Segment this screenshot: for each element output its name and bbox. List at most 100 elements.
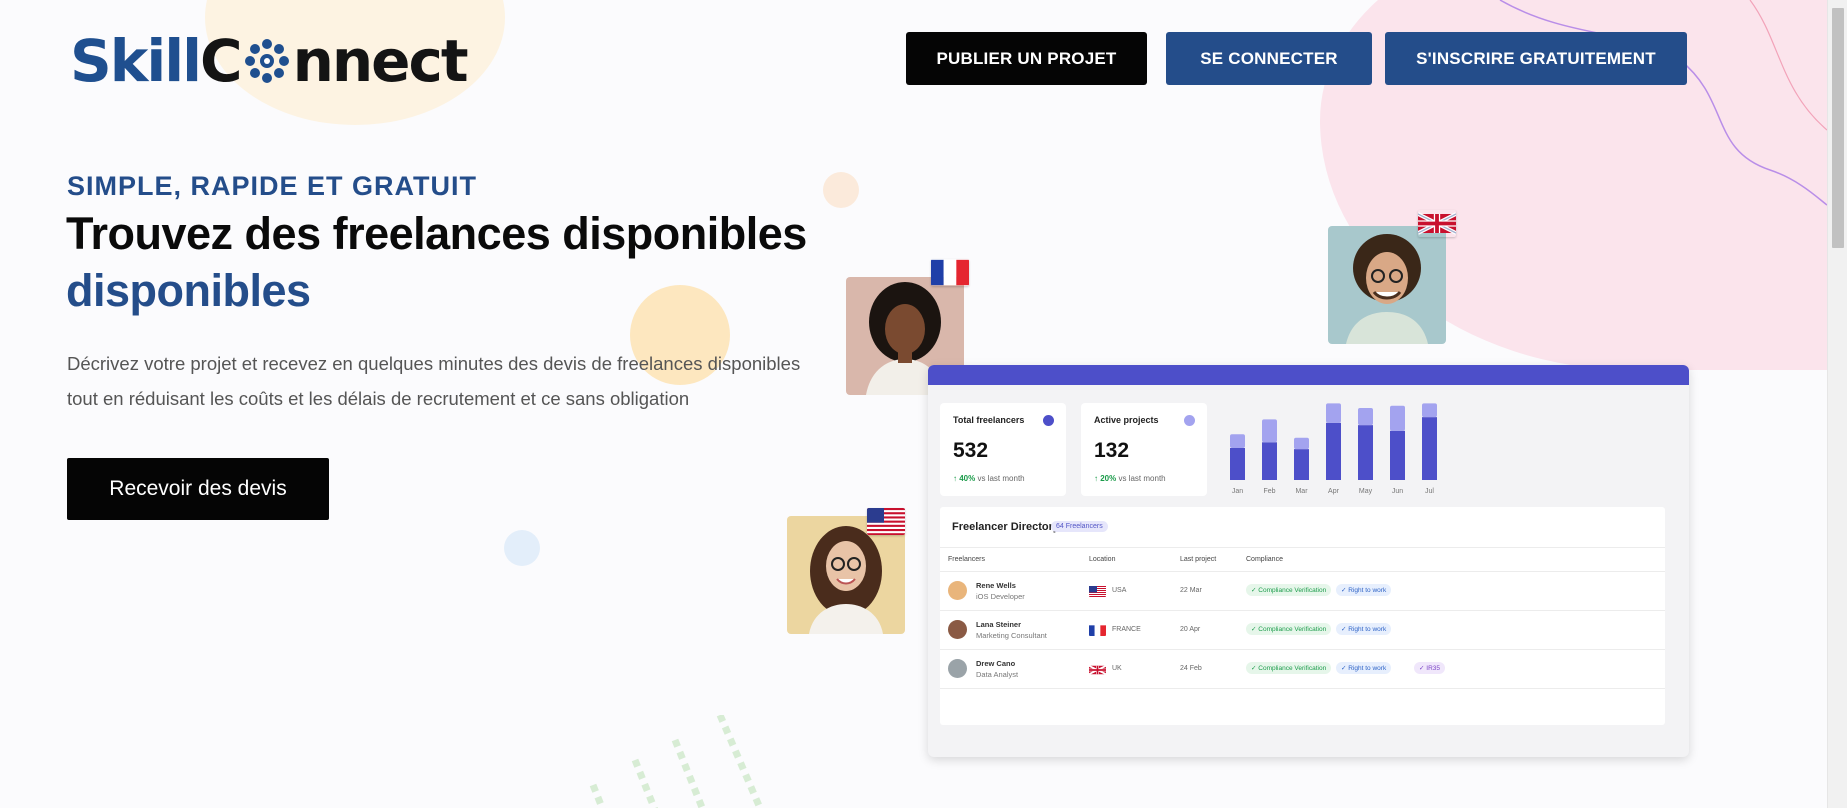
chart-bar	[1422, 403, 1437, 418]
freelancer-role: Marketing Consultant	[976, 631, 1047, 640]
france-flag-icon	[931, 259, 969, 286]
compliance-tag: ✓ Compliance Verification	[1246, 584, 1332, 596]
chart-bar	[1262, 442, 1277, 480]
right-to-work-tag: ✓ Right to work	[1336, 584, 1392, 596]
chart-bar	[1262, 419, 1277, 443]
decorative-stripes	[589, 715, 764, 808]
freelancer-name: Lana Steiner	[976, 620, 1022, 629]
divider	[940, 547, 1665, 548]
chart-tick-label: Jul	[1425, 488, 1434, 495]
tag-label: Compliance Verification	[1258, 587, 1327, 594]
chart-bar	[1294, 437, 1309, 450]
freelancer-name: Drew Cano	[976, 659, 1016, 668]
tag-label: Compliance Verification	[1258, 665, 1327, 672]
uk-flag-icon	[1418, 210, 1456, 237]
avatar	[948, 581, 967, 600]
tag-label: IR35	[1426, 665, 1440, 672]
usa-flag-icon	[1089, 585, 1106, 597]
compliance-tag: ✓ Compliance Verification	[1246, 662, 1332, 674]
dashboard-preview: Total freelancers 532 ↑ 40% vs last mont…	[928, 365, 1689, 757]
logo-text-nnect: nnect	[292, 27, 469, 95]
arrow-up-icon: ↑	[953, 474, 957, 483]
avatar	[948, 620, 967, 639]
freelancer-photo	[1328, 226, 1446, 344]
stat-delta-suffix: vs last month	[1118, 474, 1166, 483]
decorative-circle	[504, 530, 540, 566]
hero-kicker: SIMPLE, RAPIDE ET GRATUIT	[67, 171, 478, 201]
signup-button[interactable]: S'INSCRIRE GRATUITEMENT	[1385, 32, 1687, 85]
column-header-location: Location	[1089, 556, 1116, 563]
chart-bar	[1358, 425, 1373, 480]
stat-label: Total freelancers	[953, 415, 1025, 425]
uk-flag-icon	[1089, 663, 1106, 675]
column-header-last-project: Last project	[1180, 556, 1217, 563]
chart-bar	[1326, 403, 1341, 423]
column-header-compliance: Compliance	[1246, 556, 1283, 563]
tag-label: Right to work	[1348, 665, 1387, 672]
freelancer-name: Rene Wells	[976, 581, 1016, 590]
right-to-work-tag: ✓ Right to work	[1336, 623, 1392, 635]
chart-tick-label: Jun	[1392, 488, 1403, 495]
table-row[interactable]: Drew Cano Data Analyst UK 24 Feb ✓ Compl…	[940, 649, 1665, 688]
freelancer-role: Data Analyst	[976, 670, 1019, 679]
scrollbar-thumb[interactable]	[1832, 8, 1844, 248]
last-project-date: 22 Mar	[1180, 587, 1202, 594]
arrow-up-icon: ↑	[1094, 474, 1098, 483]
hero-title-accent: disponibles	[66, 265, 311, 316]
chart-bar	[1230, 434, 1245, 448]
chart-bar	[1390, 405, 1405, 431]
status-dot	[1043, 415, 1054, 426]
divider	[940, 688, 1665, 689]
avatar	[948, 659, 967, 678]
get-quotes-button[interactable]: Recevoir des devis	[67, 458, 329, 520]
freelancer-location: USA	[1112, 587, 1127, 594]
tag-label: Right to work	[1348, 587, 1387, 594]
tag-label: Right to work	[1348, 626, 1387, 633]
landing-page: Skill C nnect PUBLIER UN PROJET SE CONNE…	[0, 0, 1827, 808]
publish-project-button[interactable]: PUBLIER UN PROJET	[906, 32, 1147, 85]
compliance-tag: ✓ Compliance Verification	[1246, 623, 1332, 635]
ir35-tag: ✓ IR35	[1414, 662, 1445, 674]
logo-text-connect: C nnect	[200, 27, 469, 95]
login-button[interactable]: SE CONNECTER	[1166, 32, 1372, 85]
chart-bar	[1390, 430, 1405, 480]
table-row[interactable]: Rene Wells iOS Developer USA 22 Mar ✓ Co…	[940, 571, 1665, 610]
decorative-circle	[823, 172, 859, 208]
tag-label: Compliance Verification	[1258, 626, 1327, 633]
chart-bar	[1230, 448, 1245, 480]
france-flag-icon	[1089, 624, 1106, 636]
stat-delta-value: 20%	[1100, 474, 1117, 483]
skillconnect-logo[interactable]: Skill C nnect	[70, 26, 469, 96]
freelancer-directory: Freelancer Directory 64 Freelancers Free…	[940, 507, 1665, 725]
chart-bar	[1358, 408, 1373, 426]
chart-bar	[1294, 449, 1309, 480]
right-to-work-tag: ✓ Right to work	[1336, 662, 1392, 674]
column-header-freelancers: Freelancers	[948, 556, 985, 563]
chart-tick-label: Apr	[1328, 488, 1340, 495]
chart-tick-label: Jan	[1232, 488, 1243, 495]
table-row[interactable]: Lana Steiner Marketing Consultant FRANCE…	[940, 610, 1665, 649]
status-dot	[1184, 415, 1195, 426]
stat-card-active-projects: Active projects 132 ↑ 20% vs last month	[1081, 403, 1207, 496]
chart-bar	[1326, 422, 1341, 480]
freelancer-role: iOS Developer	[976, 592, 1025, 601]
gear-icon	[244, 39, 289, 83]
stat-delta-value: 40%	[959, 474, 976, 483]
directory-title: Freelancer Directory	[952, 521, 1059, 533]
stat-delta-suffix: vs last month	[977, 474, 1025, 483]
freelancer-location: UK	[1112, 665, 1122, 672]
monthly-bar-chart: Jan Feb Mar Apr May Jun Jul	[1230, 403, 1437, 495]
stat-delta: ↑ 20% vs last month	[1094, 474, 1166, 483]
last-project-date: 24 Feb	[1180, 665, 1202, 672]
chart-tick-label: Feb	[1263, 488, 1275, 495]
chart-bar	[1422, 417, 1437, 480]
usa-flag-icon	[867, 508, 905, 535]
freelancer-location: FRANCE	[1112, 626, 1141, 633]
stat-value: 532	[953, 439, 989, 462]
hero-title: Trouvez des freelances disponibles	[66, 208, 807, 259]
hero-description-line: Décrivez votre projet et recevez en quel…	[67, 353, 801, 374]
stat-label: Active projects	[1094, 415, 1159, 425]
page-scrollbar[interactable]	[1827, 0, 1847, 808]
logo-text-skill: Skill	[70, 27, 202, 95]
logo-text-c: C	[200, 27, 243, 95]
